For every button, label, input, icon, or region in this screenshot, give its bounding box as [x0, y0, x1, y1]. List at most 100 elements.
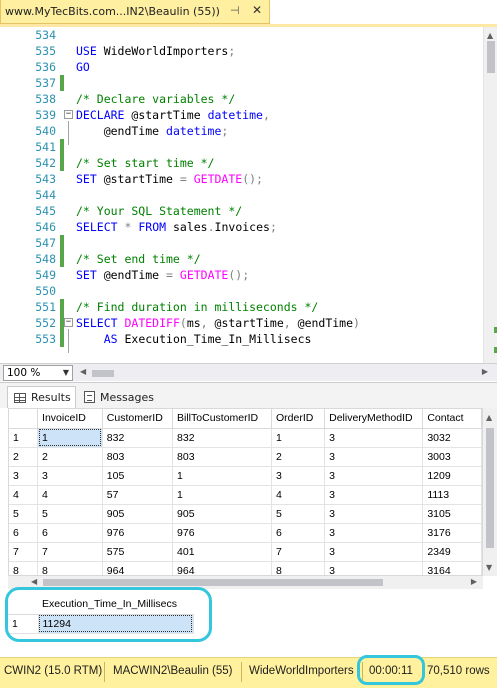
- column-header[interactable]: InvoiceID: [37, 409, 103, 429]
- grid-cell[interactable]: 3: [324, 561, 424, 575]
- column-header[interactable]: BillToCustomerID: [172, 409, 272, 429]
- grid-cell[interactable]: 3: [271, 466, 326, 486]
- code-line[interactable]: 536 GO: [0, 59, 483, 75]
- code-line[interactable]: 542 /* Set start time */: [0, 155, 483, 171]
- grid-cell[interactable]: 2: [37, 447, 103, 467]
- query-document-tab[interactable]: www.MyTecBits.com...IN2\Beaulin (55)) ⊣ …: [0, 0, 270, 24]
- grid-cell[interactable]: 3: [37, 466, 103, 486]
- grid-cell[interactable]: 1113: [422, 485, 482, 505]
- grid-cell[interactable]: 905: [102, 504, 174, 524]
- grid-cell[interactable]: 1209: [422, 466, 482, 486]
- scroll-up-arrow-icon[interactable]: ▲: [487, 31, 493, 40]
- table-row[interactable]: 4 4 57 1 4 3 1113: [9, 485, 482, 505]
- grid-cell[interactable]: 3003: [422, 447, 482, 467]
- column-header[interactable]: DeliveryMethodID: [324, 409, 424, 429]
- grid-cell[interactable]: 8: [271, 561, 326, 575]
- grid-cell[interactable]: 1: [172, 466, 272, 486]
- grid-cell[interactable]: 8: [37, 561, 103, 575]
- column-header[interactable]: OrderID: [271, 409, 326, 429]
- code-line[interactable]: 551 /* Find duration in milliseconds */: [0, 299, 483, 315]
- collapse-icon[interactable]: −: [64, 110, 73, 119]
- code-line[interactable]: 543 SET @startTime = GETDATE();: [0, 171, 483, 187]
- scroll-left-arrow-icon[interactable]: ◀: [31, 577, 37, 586]
- code-line[interactable]: 552− SELECT DATEDIFF(ms, @startTime, @end…: [0, 315, 483, 331]
- scroll-up-arrow-icon[interactable]: ▲: [486, 413, 492, 422]
- grid-cell[interactable]: 1: [271, 428, 326, 448]
- scroll-thumb[interactable]: [43, 579, 383, 586]
- grid-cell[interactable]: 964: [172, 561, 272, 575]
- table-row[interactable]: 2 2 803 803 2 3 3003: [9, 447, 482, 467]
- table-row[interactable]: 3 3 105 1 3 3 1209: [9, 466, 482, 486]
- grid-cell[interactable]: 2349: [422, 542, 482, 562]
- collapse-icon[interactable]: −: [64, 318, 73, 327]
- code-line[interactable]: 545 /* Your SQL Statement */: [0, 203, 483, 219]
- grid-cell[interactable]: 2: [271, 447, 326, 467]
- grid-cell[interactable]: 5: [37, 504, 103, 524]
- code-line[interactable]: 550: [0, 283, 483, 299]
- grid-cell[interactable]: 4: [271, 485, 326, 505]
- grid-cell[interactable]: 905: [172, 504, 272, 524]
- scroll-left-arrow-icon[interactable]: ◀: [80, 367, 86, 376]
- tab-results[interactable]: Results: [7, 386, 76, 408]
- code-line[interactable]: 534: [0, 27, 483, 43]
- scroll-right-arrow-icon[interactable]: ▶: [471, 577, 477, 586]
- grid-cell[interactable]: 976: [102, 523, 174, 543]
- scroll-thumb[interactable]: [92, 370, 114, 377]
- code-line[interactable]: 537: [0, 75, 483, 91]
- grid-cell[interactable]: 3: [324, 542, 424, 562]
- grid-cell[interactable]: 6: [271, 523, 326, 543]
- scroll-down-arrow-icon[interactable]: ▼: [486, 563, 492, 572]
- grid-cell[interactable]: 401: [172, 542, 272, 562]
- grid-cell[interactable]: 832: [172, 428, 272, 448]
- grid-cell[interactable]: 6: [37, 523, 103, 543]
- grid-cell[interactable]: 7: [271, 542, 326, 562]
- code-line[interactable]: 538 /* Declare variables */: [0, 91, 483, 107]
- editor-vertical-scrollbar[interactable]: ▲: [483, 27, 497, 363]
- editor-horizontal-scrollbar[interactable]: ◀ ▶: [78, 367, 490, 378]
- table-row[interactable]: 6 6 976 976 6 3 3176: [9, 523, 482, 543]
- code-line[interactable]: 548 /* Set end time */: [0, 251, 483, 267]
- scroll-thumb[interactable]: [486, 428, 494, 548]
- grid-cell[interactable]: 4: [37, 485, 103, 505]
- grid-cell[interactable]: 3: [324, 428, 424, 448]
- grid-vertical-scrollbar[interactable]: ▲ ▼: [483, 408, 497, 576]
- grid-cell[interactable]: 7: [37, 542, 103, 562]
- grid-cell[interactable]: 105: [102, 466, 174, 486]
- table-row[interactable]: 8 8 964 964 8 3 3164: [9, 561, 482, 575]
- sql-editor[interactable]: 534 535 USE WideWorldImporters; 536 GO 537 538…: [0, 27, 483, 363]
- grid-cell[interactable]: 3176: [422, 523, 482, 543]
- table-row[interactable]: 1 1 832 832 1 3 3032: [9, 428, 482, 448]
- code-line[interactable]: 541: [0, 139, 483, 155]
- grid-cell[interactable]: 1: [37, 428, 103, 448]
- grid-cell[interactable]: 1: [172, 485, 272, 505]
- grid-cell[interactable]: 3: [324, 504, 424, 524]
- zoom-select[interactable]: 100 % ▼: [3, 365, 73, 381]
- grid-cell[interactable]: 575: [102, 542, 174, 562]
- code-line[interactable]: 547: [0, 235, 483, 251]
- grid-cell[interactable]: 832: [102, 428, 174, 448]
- grid-cell[interactable]: 3: [324, 466, 424, 486]
- code-line[interactable]: 546 SELECT * FROM sales.Invoices;: [0, 219, 483, 235]
- grid-cell[interactable]: 57: [102, 485, 174, 505]
- invoices-result-grid[interactable]: InvoiceID CustomerID BillToCustomerID Order…: [8, 408, 483, 576]
- grid-cell[interactable]: 803: [102, 447, 174, 467]
- scroll-right-arrow-icon[interactable]: ▶: [482, 367, 488, 376]
- grid-cell[interactable]: 803: [172, 447, 272, 467]
- grid-cell[interactable]: 3032: [422, 428, 482, 448]
- code-line[interactable]: 535 USE WideWorldImporters;: [0, 43, 483, 59]
- grid-cell[interactable]: 976: [172, 523, 272, 543]
- code-line[interactable]: 539− DECLARE @startTime datetime,: [0, 107, 483, 123]
- pin-icon[interactable]: ⊣: [230, 4, 240, 17]
- close-tab-icon[interactable]: ✕: [252, 3, 262, 17]
- chevron-down-icon[interactable]: ▼: [63, 366, 69, 380]
- grid-cell[interactable]: 3: [324, 523, 424, 543]
- grid-cell[interactable]: 3: [324, 485, 424, 505]
- scroll-thumb[interactable]: [487, 41, 495, 73]
- table-row[interactable]: 7 7 575 401 7 3 2349: [9, 542, 482, 562]
- code-line[interactable]: 549 SET @endTime = GETDATE();: [0, 267, 483, 283]
- code-line[interactable]: 540 @endTime datetime;: [0, 123, 483, 139]
- grid-cell[interactable]: 964: [102, 561, 174, 575]
- column-header[interactable]: CustomerID: [102, 409, 174, 429]
- grid-cell[interactable]: 3164: [422, 561, 482, 575]
- table-row[interactable]: 5 5 905 905 5 3 3105: [9, 504, 482, 524]
